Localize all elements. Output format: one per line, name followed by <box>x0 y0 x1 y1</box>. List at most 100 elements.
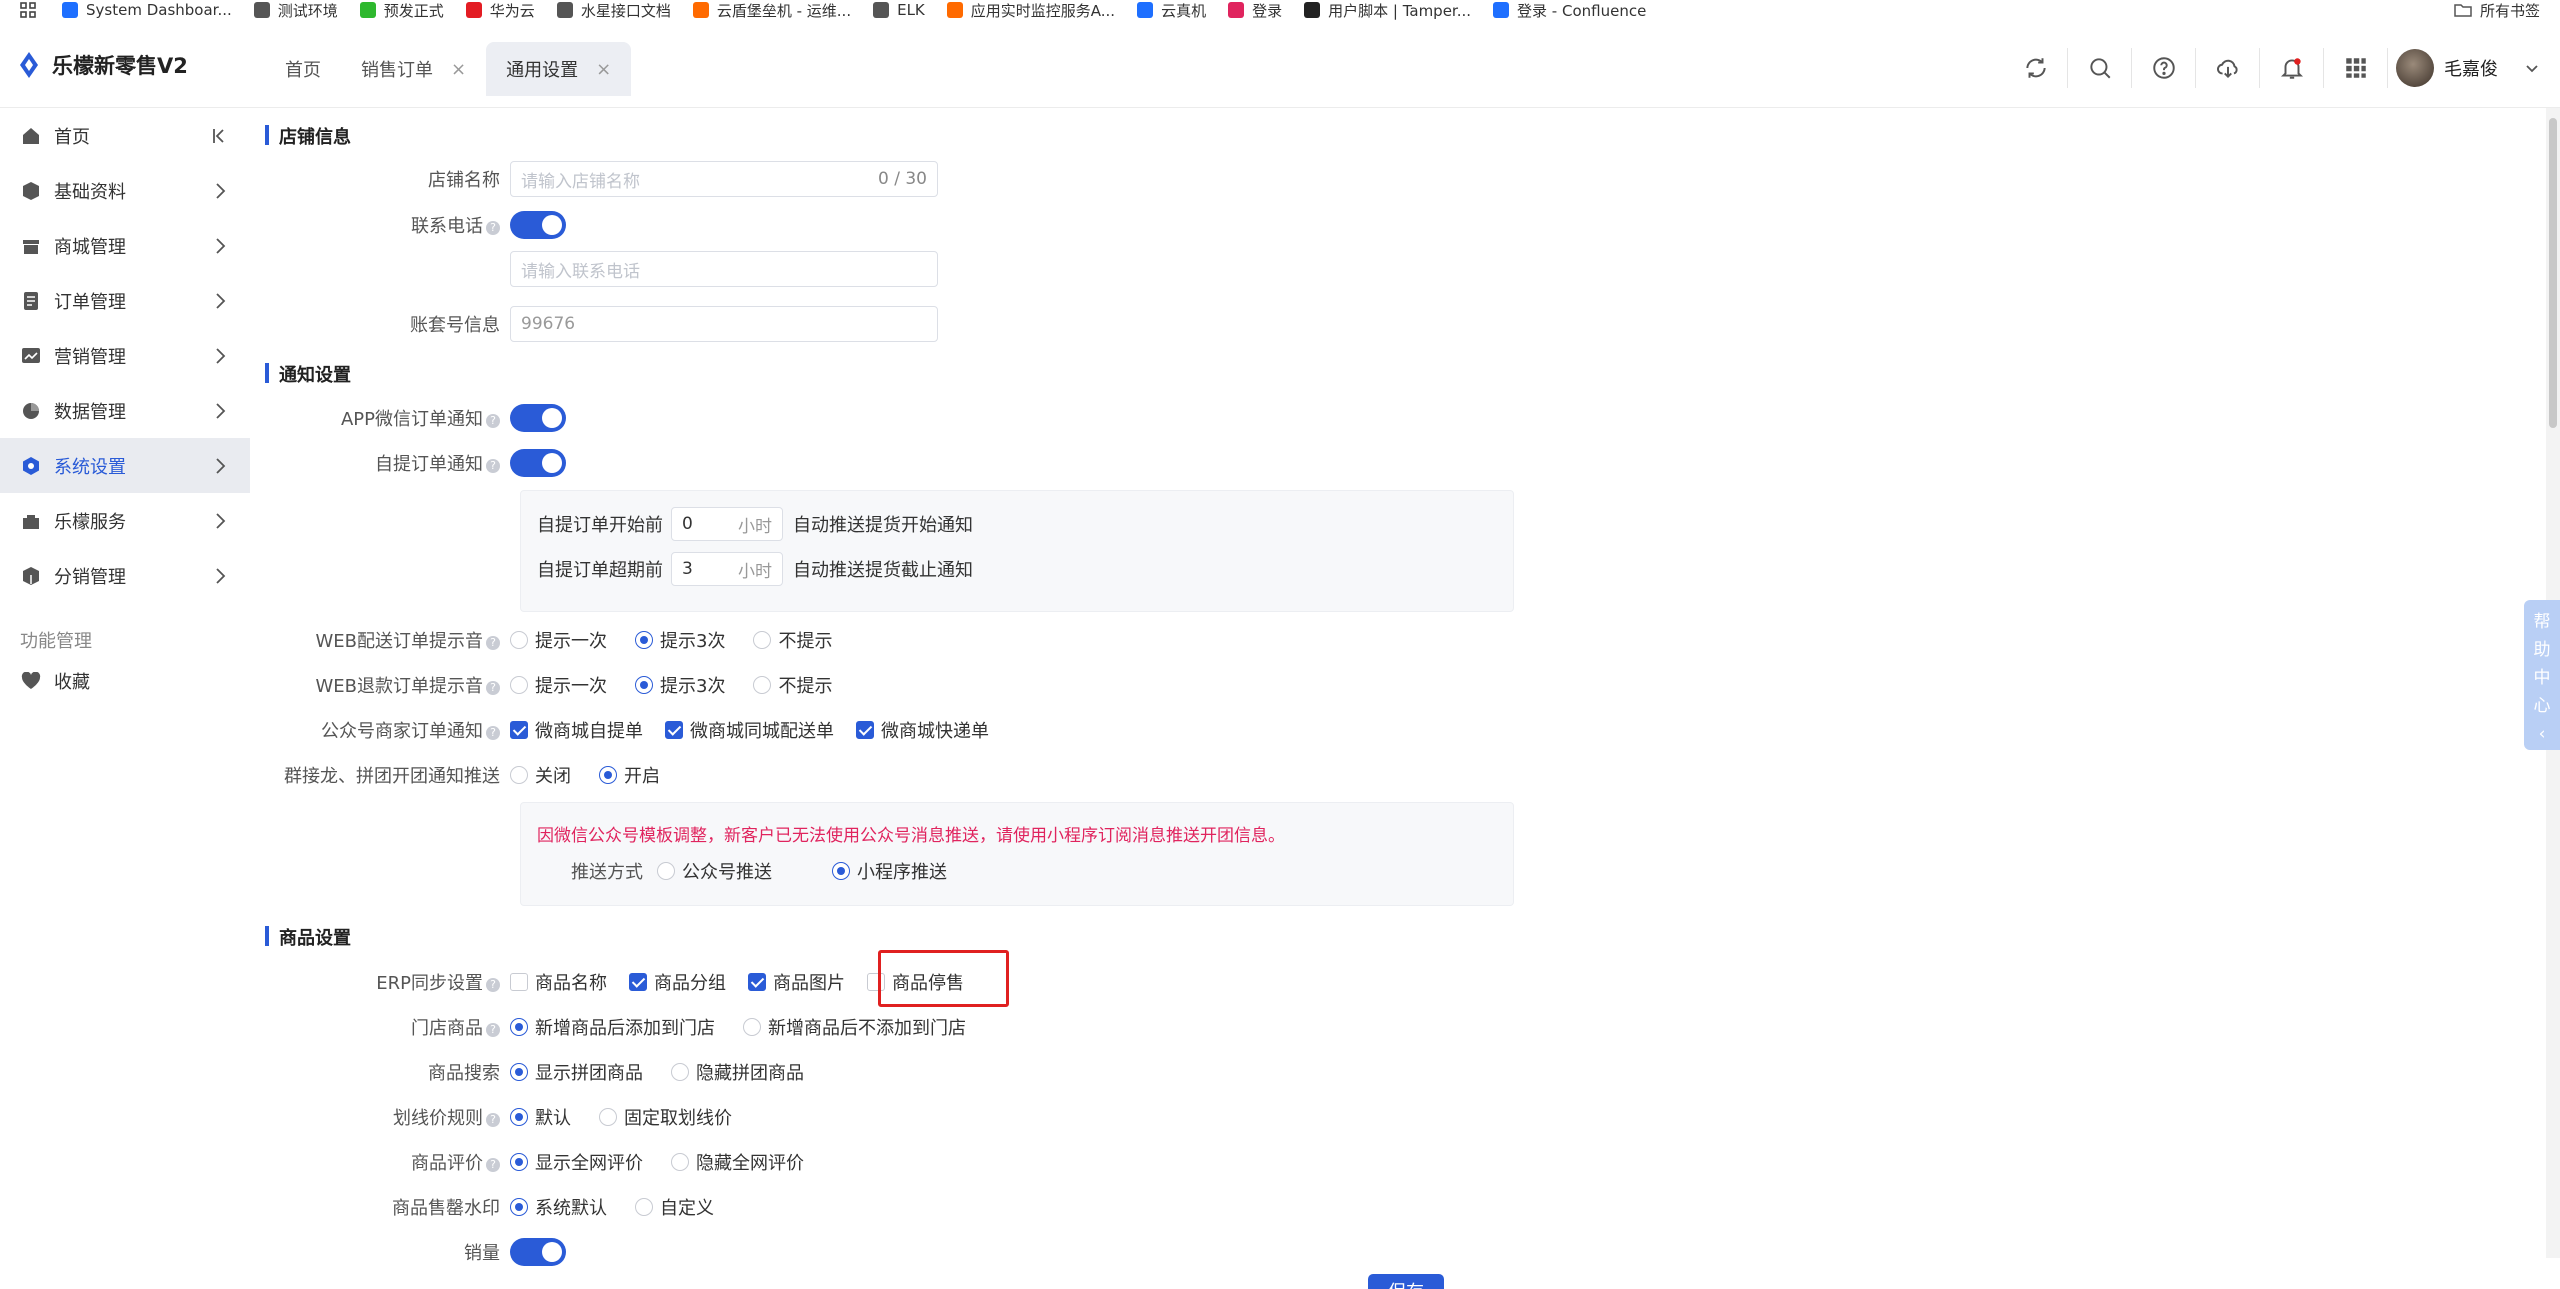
search-icon[interactable] <box>2068 48 2132 88</box>
radio-option[interactable]: 新增商品后不添加到门店 <box>743 1014 966 1040</box>
sidebar-item-5[interactable]: 数据管理 <box>0 383 250 438</box>
question-icon[interactable]: ? <box>486 1023 500 1037</box>
bookmark-item[interactable]: 登录 - Confluence <box>1493 0 1646 20</box>
app-logo[interactable]: 乐檬新零售V2 <box>18 50 188 80</box>
bookmark-item[interactable]: 云真机 <box>1137 0 1206 20</box>
radio-option[interactable]: 自定义 <box>635 1194 714 1220</box>
radio-button[interactable] <box>510 1108 528 1126</box>
radio-option[interactable]: 小程序推送 <box>832 858 947 884</box>
bookmark-item[interactable]: 云盾堡垒机 - 运维... <box>692 0 851 20</box>
checkbox-option[interactable]: 商品名称 <box>510 969 607 995</box>
help-icon[interactable] <box>2132 48 2196 88</box>
question-icon[interactable]: ? <box>486 636 500 650</box>
refresh-icon[interactable] <box>2004 48 2068 88</box>
question-icon[interactable]: ? <box>486 726 500 740</box>
bookmark-item[interactable]: 预发正式 <box>359 0 444 20</box>
close-icon[interactable]: × <box>451 59 466 80</box>
tab-general-settings[interactable]: 通用设置 × <box>486 42 632 96</box>
radio-option[interactable]: 提示3次 <box>635 627 725 653</box>
phone-input[interactable]: 请输入联系电话 <box>510 251 938 287</box>
radio-option[interactable]: 隐藏拼团商品 <box>671 1059 804 1085</box>
checkbox[interactable] <box>510 721 528 739</box>
radio-button[interactable] <box>599 766 617 784</box>
radio-option[interactable]: 开启 <box>599 762 660 788</box>
radio-button[interactable] <box>510 676 528 694</box>
bookmark-item[interactable]: System Dashboar... <box>62 1 232 19</box>
save-button[interactable]: 保存 <box>1368 1274 1444 1289</box>
radio-button[interactable] <box>635 631 653 649</box>
scroll-thumb[interactable] <box>2549 118 2557 428</box>
sidebar-item-7[interactable]: 乐檬服务 <box>0 493 250 548</box>
question-icon[interactable]: ? <box>486 681 500 695</box>
cloud-download-icon[interactable] <box>2196 48 2260 88</box>
apps-grid-icon[interactable] <box>20 2 36 18</box>
account-input[interactable]: 99676 <box>510 306 938 342</box>
radio-button[interactable] <box>510 1063 528 1081</box>
bookmark-item[interactable]: 水星接口文档 <box>556 0 671 20</box>
grid-menu-icon[interactable] <box>2324 48 2388 88</box>
store-name-input[interactable]: 请输入店铺名称 0 / 30 <box>510 161 938 197</box>
tab-home[interactable]: 首页 <box>265 42 341 96</box>
checkbox-option[interactable]: 微商城同城配送单 <box>665 717 834 743</box>
radio-option[interactable]: 固定取划线价 <box>599 1104 732 1130</box>
all-bookmarks[interactable]: 所有书签 <box>2454 0 2540 20</box>
pickup-end-hours-input[interactable]: 3 小时 <box>671 552 783 586</box>
sidebar-item-4[interactable]: 营销管理 <box>0 328 250 383</box>
radio-button[interactable] <box>635 676 653 694</box>
bookmark-item[interactable]: 华为云 <box>465 0 535 20</box>
radio-option[interactable]: 新增商品后添加到门店 <box>510 1014 715 1040</box>
radio-button[interactable] <box>753 631 772 649</box>
app-wechat-toggle[interactable] <box>510 404 566 432</box>
bookmark-item[interactable]: 登录 <box>1228 0 1282 20</box>
radio-button[interactable] <box>510 1018 528 1036</box>
checkbox-option[interactable]: 商品图片 <box>748 969 845 995</box>
radio-button[interactable] <box>753 676 772 694</box>
radio-option[interactable]: 提示3次 <box>635 672 725 698</box>
sidebar-item-1[interactable]: 基础资料 <box>0 163 250 218</box>
radio-option[interactable]: 系统默认 <box>510 1194 607 1220</box>
radio-button[interactable] <box>671 1153 689 1171</box>
sidebar-item-6[interactable]: 系统设置 <box>0 438 250 493</box>
radio-button[interactable] <box>510 1153 528 1171</box>
radio-option[interactable]: 公众号推送 <box>657 858 772 884</box>
question-icon[interactable]: ? <box>486 978 500 992</box>
radio-button[interactable] <box>510 766 528 784</box>
help-center-tab[interactable]: 帮助中心 ‹ <box>2524 600 2560 750</box>
radio-option[interactable]: 显示全网评价 <box>510 1149 643 1175</box>
bell-icon[interactable] <box>2260 48 2324 88</box>
sidebar-item-0[interactable]: 首页 <box>0 108 250 163</box>
tab-sales-order[interactable]: 销售订单 × <box>341 42 486 96</box>
radio-option[interactable]: 不提示 <box>753 627 832 653</box>
question-icon[interactable]: ? <box>486 1158 500 1172</box>
collapse-sidebar-icon[interactable] <box>212 126 228 146</box>
radio-option[interactable]: 提示一次 <box>510 672 607 698</box>
checkbox[interactable] <box>748 973 766 991</box>
radio-button[interactable] <box>510 1198 528 1216</box>
close-icon[interactable]: × <box>596 59 611 80</box>
question-icon[interactable]: ? <box>486 414 500 428</box>
radio-option[interactable]: 关闭 <box>510 762 571 788</box>
radio-button[interactable] <box>743 1018 761 1036</box>
checkbox[interactable] <box>510 973 528 991</box>
checkbox-option[interactable]: 微商城自提单 <box>510 717 643 743</box>
pickup-start-hours-input[interactable]: 0 小时 <box>671 507 783 541</box>
question-icon[interactable]: ? <box>486 459 500 473</box>
checkbox[interactable] <box>856 721 874 739</box>
checkbox-option[interactable]: 微商城快递单 <box>856 717 989 743</box>
checkbox[interactable] <box>629 973 647 991</box>
bookmark-item[interactable]: 应用实时监控服务A... <box>946 0 1115 20</box>
radio-button[interactable] <box>657 862 675 880</box>
sidebar-item-favorites[interactable]: 收藏 <box>0 653 250 708</box>
checkbox-option[interactable]: 商品分组 <box>629 969 726 995</box>
radio-option[interactable]: 不提示 <box>753 672 832 698</box>
sales-toggle[interactable] <box>510 1238 566 1266</box>
checkbox[interactable] <box>665 721 683 739</box>
question-icon[interactable]: ? <box>486 221 500 235</box>
radio-button[interactable] <box>599 1108 617 1126</box>
radio-button[interactable] <box>671 1063 689 1081</box>
pickup-toggle[interactable] <box>510 449 566 477</box>
question-icon[interactable]: ? <box>486 1113 500 1127</box>
bookmark-item[interactable]: 测试环境 <box>253 0 338 20</box>
sidebar-item-8[interactable]: 分销管理 <box>0 548 250 603</box>
radio-button[interactable] <box>635 1198 653 1216</box>
